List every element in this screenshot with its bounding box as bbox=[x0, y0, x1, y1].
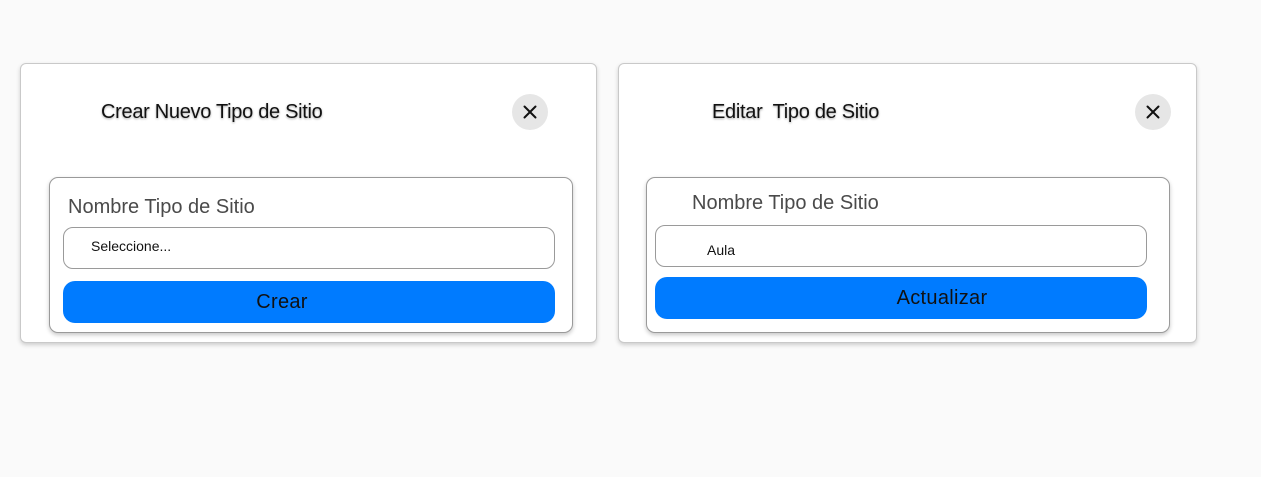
create-site-type-dialog: Crear Nuevo Tipo de Sitio Nombre Tipo de… bbox=[20, 63, 597, 343]
close-icon bbox=[523, 105, 537, 119]
dialog-title: Crear Nuevo Tipo de Sitio bbox=[101, 101, 323, 123]
form-card: Nombre Tipo de Sitio Aula Actualizar bbox=[646, 177, 1170, 333]
site-type-name-input[interactable]: Seleccione... bbox=[63, 227, 555, 269]
field-label: Nombre Tipo de Sitio bbox=[68, 196, 255, 218]
create-button-label: Crear bbox=[256, 290, 308, 313]
close-button[interactable] bbox=[512, 94, 548, 130]
input-placeholder: Seleccione... bbox=[91, 238, 172, 254]
dialog-title: Editar Tipo de Sitio bbox=[712, 101, 880, 123]
close-icon bbox=[1146, 105, 1160, 119]
edit-site-type-dialog: Editar Tipo de Sitio Nombre Tipo de Siti… bbox=[618, 63, 1197, 343]
field-label: Nombre Tipo de Sitio bbox=[692, 192, 879, 214]
create-button[interactable]: Crear bbox=[63, 281, 555, 323]
update-button[interactable]: Actualizar bbox=[655, 277, 1147, 319]
input-value: Aula bbox=[707, 242, 736, 258]
site-type-name-input[interactable]: Aula bbox=[655, 225, 1147, 267]
close-button[interactable] bbox=[1135, 94, 1171, 130]
page: Crear Nuevo Tipo de Sitio Nombre Tipo de… bbox=[0, 0, 1261, 477]
update-button-label: Actualizar bbox=[896, 286, 988, 309]
form-card: Nombre Tipo de Sitio Seleccione... Crear bbox=[49, 177, 573, 333]
